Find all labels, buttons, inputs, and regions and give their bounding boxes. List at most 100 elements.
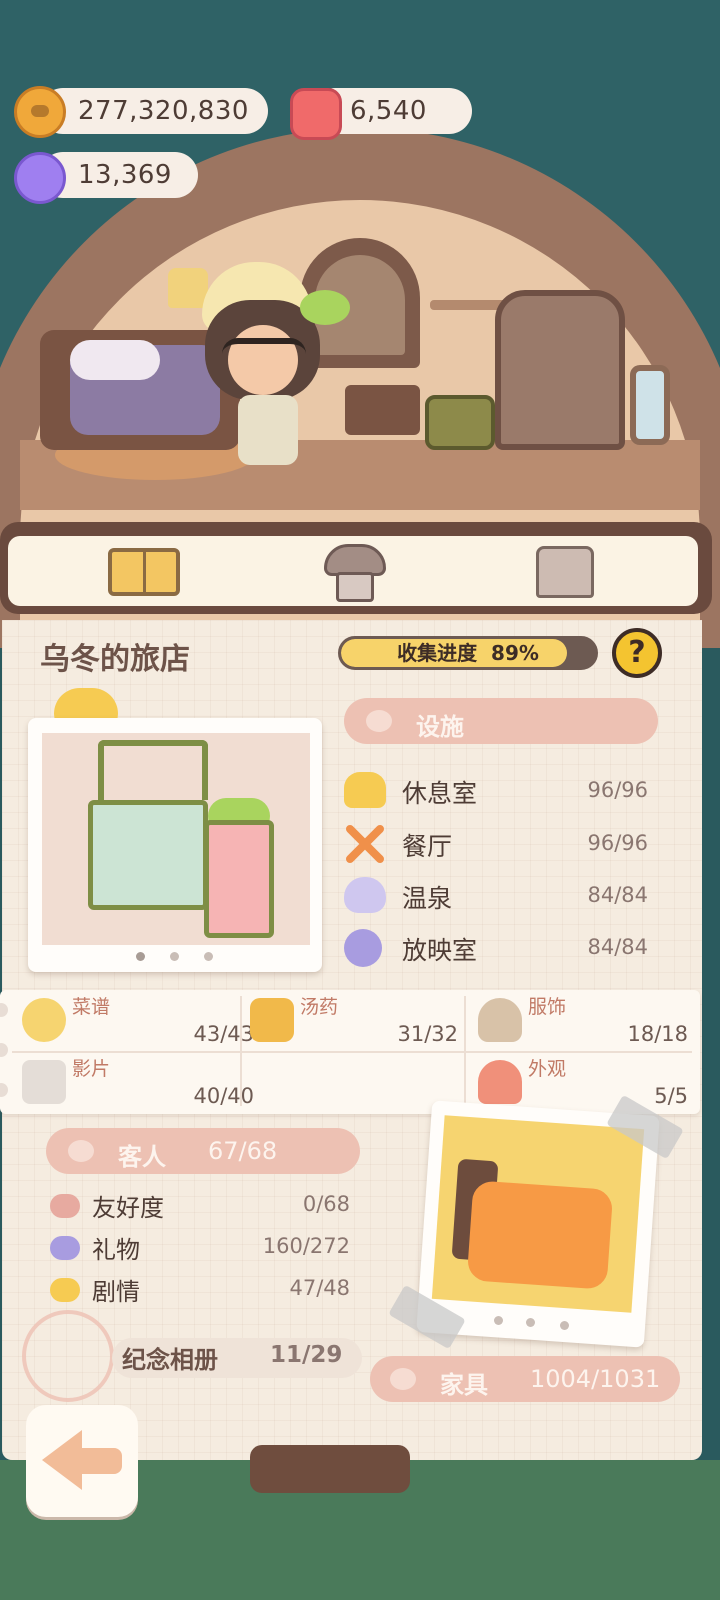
book-icon <box>108 548 180 596</box>
shop-fridge <box>204 820 274 938</box>
category-name: 菜谱 <box>72 996 111 1018</box>
recipe-icon <box>22 998 66 1042</box>
category-count: 40/40 <box>193 1084 254 1108</box>
story-heart-icon <box>50 1278 80 1302</box>
candy-icon <box>14 152 66 204</box>
category-count: 18/18 <box>627 1022 688 1046</box>
guest-stat-name: 礼物 <box>92 1236 140 1264</box>
progress-value: 89% <box>491 641 539 665</box>
guest-stat-name: 剧情 <box>92 1278 140 1306</box>
guest-stat-count: 0/68 <box>302 1192 350 1216</box>
carousel-dot-3[interactable] <box>204 952 213 961</box>
tab-collection-book[interactable] <box>108 540 188 602</box>
coin-counter[interactable]: 277,320,830 <box>40 88 268 134</box>
postmark-stamp-icon <box>22 1310 114 1402</box>
furniture-dot-3[interactable] <box>560 1321 569 1330</box>
guest-stat-count: 160/272 <box>262 1234 350 1258</box>
carousel-dot-1[interactable] <box>136 952 145 961</box>
guest-stat-count: 47/48 <box>289 1276 350 1300</box>
guests-label: 客人 <box>118 1143 166 1171</box>
back-arrow-tail <box>78 1448 122 1474</box>
house-icon <box>478 1060 522 1104</box>
divider <box>12 1051 692 1053</box>
facility-name: 温泉 <box>402 884 453 913</box>
guests-count: 67/68 <box>208 1137 278 1165</box>
category-outfits[interactable]: 服饰 18/18 <box>478 992 700 1050</box>
category-recipes[interactable]: 菜谱 43/43 <box>22 992 254 1050</box>
desk <box>345 385 420 435</box>
guest-stat-name: 友好度 <box>92 1194 164 1222</box>
orange-bed <box>466 1180 614 1290</box>
tab-hotel[interactable] <box>318 540 398 602</box>
furniture-label: 家具 <box>440 1371 488 1399</box>
carousel-dot-2[interactable] <box>170 952 179 961</box>
help-button[interactable]: ? <box>612 628 662 678</box>
heart-icon <box>50 1194 80 1218</box>
town-sign <box>250 1445 410 1493</box>
wardrobe <box>495 290 625 450</box>
facility-count: 96/96 <box>587 831 648 855</box>
film-reel-icon <box>344 929 382 967</box>
jelly-gem-icon <box>290 88 342 140</box>
facility-count: 84/84 <box>587 883 648 907</box>
potion-icon <box>250 998 294 1042</box>
character-body[interactable] <box>238 395 298 465</box>
coin-icon <box>14 86 66 138</box>
category-count: 5/5 <box>654 1084 688 1108</box>
facility-count: 84/84 <box>587 935 648 959</box>
category-count: 43/43 <box>193 1022 254 1046</box>
category-potions[interactable]: 汤药 31/32 <box>250 992 472 1050</box>
album-count: 11/29 <box>270 1342 343 1368</box>
coin-amount: 277,320,830 <box>78 96 249 126</box>
tab-outfits[interactable] <box>528 540 608 602</box>
fork-knife-icon <box>344 825 386 863</box>
shop-counter <box>88 800 208 910</box>
category-films[interactable]: 影片 40/40 <box>22 1054 254 1112</box>
back-arrow-icon <box>42 1430 82 1490</box>
category-count: 31/32 <box>397 1022 458 1046</box>
hot-spring-icon <box>344 877 386 913</box>
hotel-title: 乌冬的旅店 <box>40 642 190 677</box>
cloud-icon <box>344 772 386 808</box>
guest-stat-row[interactable]: 友好度 0/68 <box>50 1188 350 1222</box>
facility-row[interactable]: 餐厅 96/96 <box>344 825 658 869</box>
candy-amount: 13,369 <box>78 160 172 190</box>
gift-heart-icon <box>50 1236 80 1260</box>
treasure-chest <box>425 395 495 450</box>
facility-name: 休息室 <box>402 779 478 808</box>
category-name: 外观 <box>528 1058 567 1080</box>
facilities-header: 设施 <box>344 698 658 744</box>
gem-amount: 6,540 <box>350 96 427 126</box>
standing-mirror <box>630 365 670 445</box>
character-glasses <box>222 338 306 374</box>
category-name: 影片 <box>72 1058 111 1080</box>
furniture-count: 1004/1031 <box>530 1365 661 1393</box>
shirt-icon <box>536 546 594 598</box>
guest-stat-row[interactable]: 剧情 47/48 <box>50 1272 350 1306</box>
paw-icon <box>68 1140 94 1162</box>
paw-icon <box>390 1368 416 1390</box>
lamp <box>168 268 208 308</box>
shop-shelf <box>98 740 208 800</box>
collection-progress-text: 收集进度 89% <box>338 636 598 670</box>
facility-name: 放映室 <box>402 936 478 965</box>
character-bow <box>300 290 350 325</box>
facility-name: 餐厅 <box>402 832 453 861</box>
facility-row[interactable]: 温泉 84/84 <box>344 877 658 921</box>
album-label: 纪念相册 <box>122 1346 218 1374</box>
furniture-dot-2[interactable] <box>526 1318 535 1327</box>
facility-row[interactable]: 放映室 84/84 <box>344 929 658 973</box>
progress-label: 收集进度 <box>397 641 478 665</box>
category-exterior[interactable]: 外观 5/5 <box>478 1054 700 1112</box>
furniture-dot-1[interactable] <box>494 1316 503 1325</box>
category-name: 汤药 <box>300 996 339 1018</box>
facility-row[interactable]: 休息室 96/96 <box>344 772 658 816</box>
hotel-icon <box>324 544 386 602</box>
guests-header[interactable]: 客人 67/68 <box>46 1128 360 1174</box>
guest-stat-row[interactable]: 礼物 160/272 <box>50 1230 350 1264</box>
category-name: 服饰 <box>528 996 567 1018</box>
clapper-icon <box>22 1060 66 1104</box>
facilities-label: 设施 <box>416 713 464 741</box>
bed-pillow <box>70 340 160 380</box>
furniture-header[interactable]: 家具 1004/1031 <box>370 1356 680 1402</box>
